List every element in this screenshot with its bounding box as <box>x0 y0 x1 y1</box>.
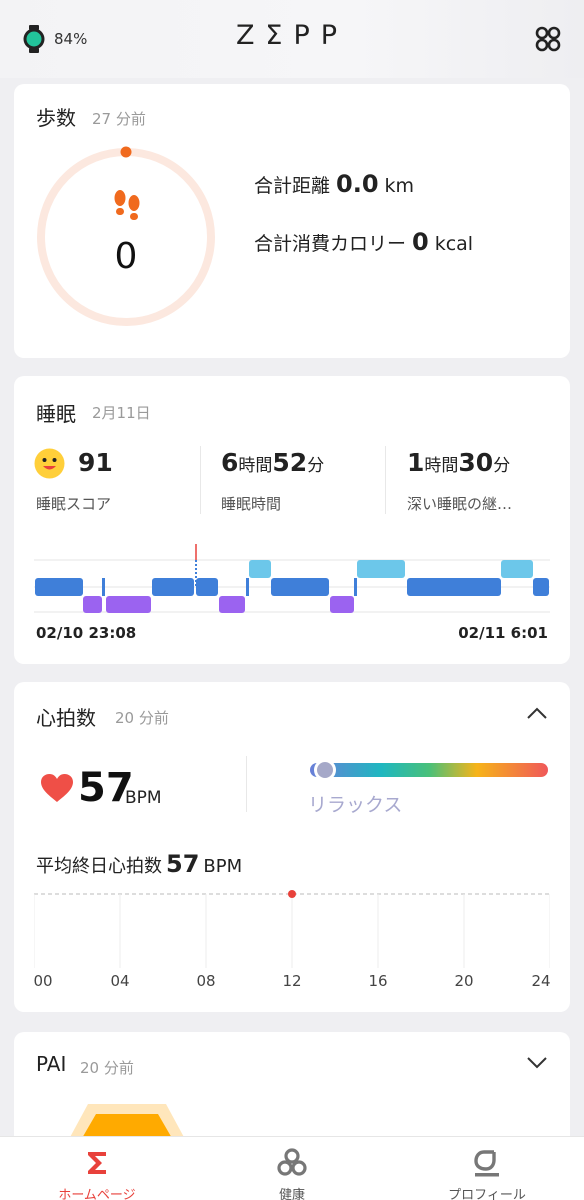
sigma-home-icon <box>88 1152 106 1174</box>
heart-rate-unit: BPM <box>125 788 162 808</box>
profile-icon <box>474 1150 499 1177</box>
sleep-light-segment <box>533 578 549 596</box>
x-tick-label: 24 <box>531 972 551 990</box>
heart-rate-title: 心拍数 <box>36 706 96 730</box>
heart-icon <box>41 774 73 802</box>
heart-zone-label: リラックス <box>308 794 403 816</box>
distance-unit: km <box>384 175 415 197</box>
sleep-title: 睡眠 <box>36 402 76 426</box>
x-tick-label: 16 <box>368 972 388 990</box>
heart-rate-point <box>288 890 296 898</box>
steps-card[interactable]: 歩数 27 分前 0 合計距離 0.0 km 合計消費カロリー 0 kcal <box>14 84 570 358</box>
chevron-up-icon[interactable] <box>526 706 548 720</box>
sleep-score-value: 91 <box>78 448 113 477</box>
sleep-date: 2月11日 <box>92 404 151 422</box>
sleep-duration-value: 6時間52分 <box>221 448 325 477</box>
calories-label: 合計消費カロリー <box>254 233 407 255</box>
nav-profile-label: プロフィール <box>448 1188 526 1200</box>
nav-profile[interactable]: プロフィール <box>390 1137 584 1200</box>
sleep-duration-label: 睡眠時間 <box>221 495 282 513</box>
sleep-deep-segment <box>330 596 354 613</box>
calories-unit: kcal <box>434 233 474 255</box>
avg-heart-rate-value: 57 <box>166 850 200 878</box>
sleep-deep-segment <box>106 596 151 613</box>
x-tick-label: 04 <box>110 972 130 990</box>
apps-grid-icon[interactable] <box>534 25 562 53</box>
divider <box>246 756 247 812</box>
heart-rate-chart[interactable] <box>34 886 550 968</box>
x-tick-label: 00 <box>33 972 53 990</box>
app-logo: ZΣPP <box>235 20 349 51</box>
heart-zone-bar <box>310 759 548 781</box>
health-icon <box>277 1148 307 1176</box>
sleep-light-segment <box>102 578 105 596</box>
distance-value: 0.0 <box>336 170 379 198</box>
avg-heart-rate-unit: BPM <box>203 856 243 877</box>
sleep-end-time: 02/11 6:01 <box>458 624 548 642</box>
avg-heart-rate-label: 平均終日心拍数 <box>36 856 162 877</box>
nav-health[interactable]: 健康 <box>195 1137 389 1200</box>
chevron-down-icon[interactable] <box>526 1056 548 1070</box>
footsteps-icon <box>114 190 140 220</box>
smiley-icon <box>34 448 65 479</box>
heart-rate-card[interactable]: 心拍数 20 分前 57 BPM リラックス 平均終日心拍数 57 BPM 00 0 <box>14 682 570 1012</box>
bottom-nav: ホームページ 健康 プロフィール <box>0 1136 584 1200</box>
sleep-card[interactable]: 睡眠 2月11日 91 睡眠スコア 6時間52分 睡眠時間 1時間30分 深い睡… <box>14 376 570 664</box>
sleep-rem-segment <box>357 560 405 578</box>
sleep-deep-segment <box>83 596 102 613</box>
sleep-light-segment <box>196 578 218 596</box>
sleep-rem-segment <box>249 560 271 578</box>
divider <box>200 446 201 514</box>
sleep-light-segment <box>152 578 194 596</box>
calories-stat: 合計消費カロリー 0 kcal <box>254 228 473 256</box>
nav-health-label: 健康 <box>278 1188 305 1200</box>
distance-label: 合計距離 <box>254 175 331 197</box>
pai-updated: 20 分前 <box>80 1059 134 1077</box>
x-tick-label: 08 <box>196 972 216 990</box>
x-tick-label: 12 <box>282 972 302 990</box>
nav-home-label: ホームページ <box>58 1188 136 1200</box>
pai-title: PAI <box>36 1052 67 1076</box>
x-tick-label: 20 <box>454 972 474 990</box>
sleep-light-segment <box>354 578 357 596</box>
nav-home[interactable]: ホームページ <box>0 1137 194 1200</box>
sleep-stage-chart[interactable] <box>34 542 550 614</box>
pai-card[interactable]: PAI 20 分前 <box>14 1032 570 1152</box>
heart-rate-updated: 20 分前 <box>115 709 169 727</box>
steps-title: 歩数 <box>36 106 76 130</box>
distance-stat: 合計距離 0.0 km <box>254 170 414 198</box>
sleep-light-segment <box>246 578 249 596</box>
sleep-rem-segment <box>501 560 533 578</box>
sleep-light-segment <box>407 578 501 596</box>
steps-updated: 27 分前 <box>92 110 146 128</box>
sleep-start-time: 02/10 23:08 <box>36 624 137 642</box>
sleep-score-label: 睡眠スコア <box>36 495 112 513</box>
steps-count: 0 <box>114 236 138 277</box>
divider <box>385 446 386 514</box>
deep-sleep-label: 深い睡眠の継… <box>407 495 513 513</box>
avg-heart-rate: 平均終日心拍数 57 BPM <box>36 850 242 878</box>
calories-value: 0 <box>412 228 429 256</box>
sleep-light-segment <box>35 578 83 596</box>
deep-sleep-value: 1時間30分 <box>407 448 511 477</box>
sleep-deep-segment <box>219 596 245 613</box>
sleep-light-segment <box>271 578 329 596</box>
